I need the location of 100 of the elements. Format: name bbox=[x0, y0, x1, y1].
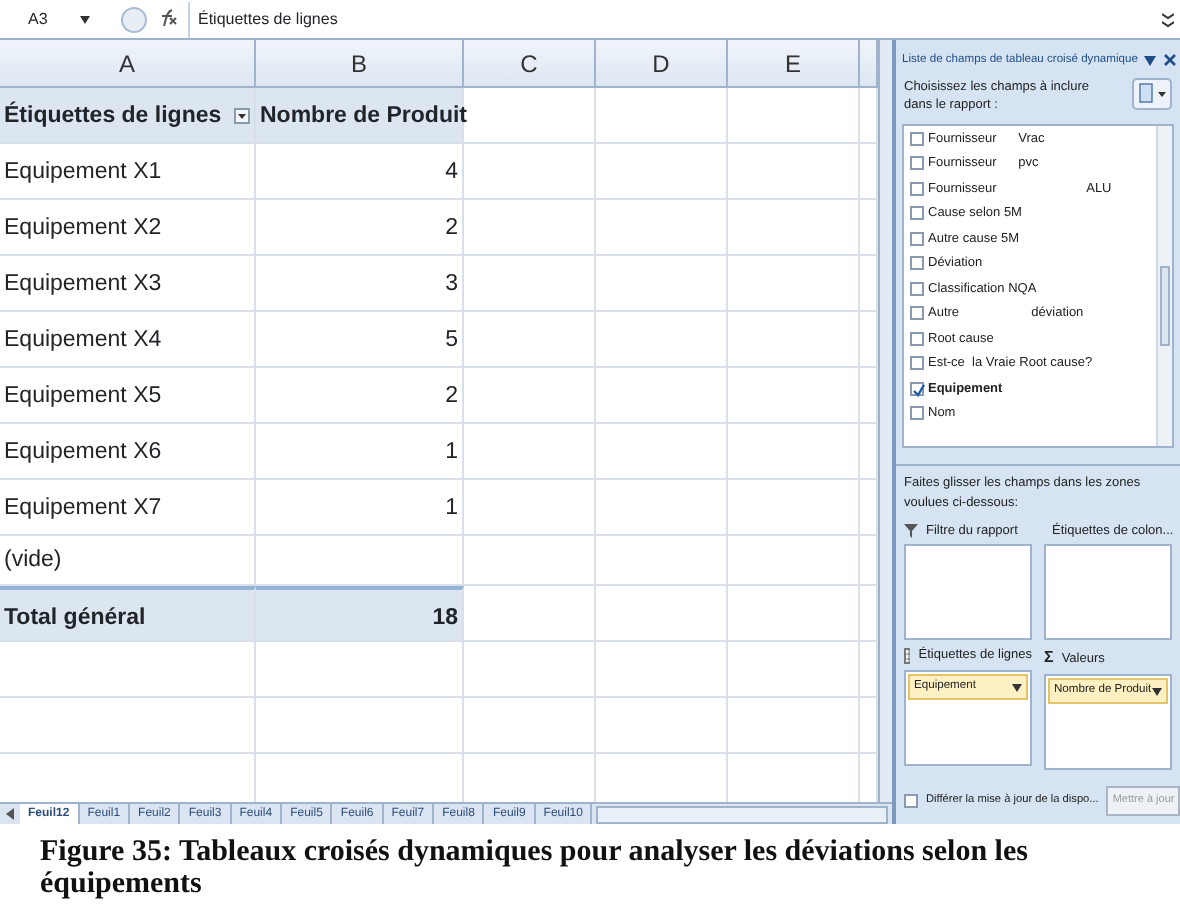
function-icon[interactable] bbox=[158, 8, 178, 29]
column-header[interactable]: D bbox=[596, 40, 728, 88]
cell-reference-field[interactable]: A3 bbox=[28, 7, 48, 31]
checkbox[interactable] bbox=[910, 381, 924, 396]
checkbox[interactable] bbox=[904, 794, 918, 809]
table-cell[interactable]: Equipement X5 bbox=[0, 368, 256, 424]
caret-icon[interactable] bbox=[1152, 687, 1162, 696]
total-count[interactable]: 18 bbox=[256, 586, 464, 642]
scrollbar[interactable] bbox=[1156, 126, 1172, 447]
table-cell[interactable] bbox=[464, 200, 596, 256]
checkbox[interactable] bbox=[910, 156, 924, 171]
table-cell[interactable] bbox=[596, 480, 728, 536]
table-cell[interactable] bbox=[464, 144, 596, 200]
table-cell[interactable] bbox=[596, 256, 728, 312]
column-label[interactable]: Nombre de Produit bbox=[256, 88, 464, 144]
table-cell[interactable] bbox=[464, 698, 596, 754]
checkbox[interactable] bbox=[910, 356, 924, 371]
caret-icon[interactable] bbox=[79, 15, 90, 23]
row-list-icon bbox=[904, 648, 911, 665]
table-cell[interactable]: 3 bbox=[256, 256, 464, 312]
table-cell[interactable]: 2 bbox=[256, 200, 464, 256]
figure-caption: Figure 35: Tableaux croisés dynamiques pour analyser les déviations selon les équipements bbox=[40, 836, 1030, 900]
table-cell[interactable] bbox=[596, 536, 728, 586]
total-label[interactable]: Total général bbox=[0, 586, 256, 642]
sum-symbol: Σ bbox=[1044, 646, 1054, 671]
table-cell[interactable] bbox=[728, 368, 860, 424]
checkbox[interactable] bbox=[910, 306, 924, 321]
table-cell[interactable]: Equipement X2 bbox=[0, 200, 256, 256]
checkbox[interactable] bbox=[910, 206, 924, 221]
table-cell[interactable] bbox=[596, 368, 728, 424]
table-cell[interactable]: 1 bbox=[256, 480, 464, 536]
column-label-cell[interactable]: Étiquettes de lignes bbox=[0, 88, 256, 144]
table-cell[interactable]: 1 bbox=[256, 424, 464, 480]
table-cell[interactable] bbox=[596, 88, 728, 144]
table-cell[interactable] bbox=[728, 586, 860, 642]
caret-icon[interactable] bbox=[1012, 683, 1022, 692]
table-cell[interactable] bbox=[464, 88, 596, 144]
table-cell[interactable] bbox=[728, 200, 860, 256]
table-cell[interactable] bbox=[728, 424, 860, 480]
table-cell[interactable] bbox=[596, 642, 728, 698]
checkbox[interactable] bbox=[910, 281, 924, 296]
table-cell[interactable]: 4 bbox=[256, 144, 464, 200]
table-cell[interactable]: 5 bbox=[256, 312, 464, 368]
table-cell[interactable] bbox=[728, 480, 860, 536]
table-cell[interactable] bbox=[464, 312, 596, 368]
table-cell[interactable] bbox=[728, 88, 860, 144]
table-cell[interactable] bbox=[596, 312, 728, 368]
layout-menu-icon[interactable] bbox=[1132, 77, 1172, 110]
expand-icon[interactable] bbox=[1162, 11, 1174, 27]
table-cell[interactable] bbox=[728, 256, 860, 312]
table-cell[interactable] bbox=[464, 256, 596, 312]
table-cell[interactable] bbox=[464, 424, 596, 480]
caret-icon[interactable] bbox=[1144, 55, 1156, 66]
table-cell[interactable]: Equipement X1 bbox=[0, 144, 256, 200]
checkbox[interactable] bbox=[910, 406, 924, 421]
filter-dropdown-icon[interactable] bbox=[234, 107, 250, 123]
table-cell[interactable] bbox=[728, 144, 860, 200]
scroll-left-icon[interactable] bbox=[4, 808, 16, 820]
drop-zone[interactable] bbox=[1044, 544, 1172, 641]
table-cell[interactable]: Equipement X3 bbox=[0, 256, 256, 312]
table-cell[interactable]: Equipement X4 bbox=[0, 312, 256, 368]
table-cell[interactable]: Equipement X7 bbox=[0, 480, 256, 536]
table-cell[interactable] bbox=[728, 536, 860, 586]
vertical-scrollbar[interactable] bbox=[878, 40, 892, 802]
horizontal-scrollbar[interactable] bbox=[596, 805, 888, 823]
table-cell[interactable] bbox=[464, 642, 596, 698]
checkbox[interactable] bbox=[910, 231, 924, 246]
table-cell[interactable] bbox=[596, 144, 728, 200]
table-cell[interactable] bbox=[728, 312, 860, 368]
table-cell[interactable] bbox=[464, 536, 596, 586]
round-button-icon[interactable] bbox=[120, 5, 148, 33]
table-cell[interactable] bbox=[0, 698, 256, 754]
table-cell[interactable] bbox=[464, 480, 596, 536]
table-cell[interactable]: 2 bbox=[256, 368, 464, 424]
close-icon[interactable] bbox=[1164, 54, 1176, 67]
checkbox[interactable] bbox=[910, 131, 924, 146]
column-header[interactable]: A bbox=[0, 40, 256, 88]
table-cell[interactable] bbox=[0, 642, 256, 698]
table-cell[interactable] bbox=[256, 698, 464, 754]
checkbox[interactable] bbox=[910, 256, 924, 271]
table-cell[interactable] bbox=[256, 642, 464, 698]
column-label: Étiquettes de lignes bbox=[4, 99, 222, 131]
table-cell[interactable] bbox=[464, 368, 596, 424]
column-header[interactable]: C bbox=[464, 40, 596, 88]
column-header[interactable] bbox=[860, 40, 878, 88]
table-cell[interactable] bbox=[596, 200, 728, 256]
table-cell[interactable] bbox=[728, 642, 860, 698]
table-cell[interactable] bbox=[596, 586, 728, 642]
table-cell[interactable] bbox=[596, 698, 728, 754]
filter-icon bbox=[904, 524, 918, 539]
column-header[interactable]: E bbox=[728, 40, 860, 88]
table-cell[interactable] bbox=[596, 424, 728, 480]
column-header[interactable]: B bbox=[256, 40, 464, 88]
table-cell[interactable] bbox=[728, 698, 860, 754]
drop-zone[interactable] bbox=[904, 544, 1032, 641]
table-cell[interactable] bbox=[464, 586, 596, 642]
formula-field[interactable]: Étiquettes de lignes bbox=[188, 1, 1162, 37]
checkbox[interactable] bbox=[910, 181, 924, 196]
checkbox[interactable] bbox=[910, 331, 924, 346]
table-cell[interactable]: Equipement X6 bbox=[0, 424, 256, 480]
